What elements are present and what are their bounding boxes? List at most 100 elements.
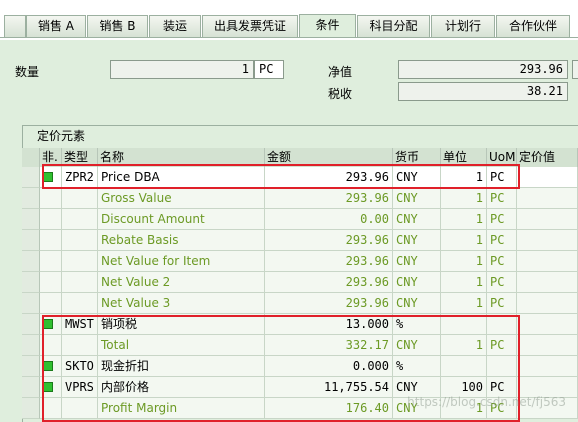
- table-row[interactable]: Rebate Basis 293.96 CNY 1 PC: [22, 230, 578, 251]
- condition-name-cell: 内部价格: [98, 377, 265, 398]
- condition-name-cell: Rebate Basis: [98, 230, 265, 251]
- table-row[interactable]: Net Value for Item 293.96 CNY 1 PC: [22, 251, 578, 272]
- col-header-condition-value[interactable]: 定价值: [517, 148, 578, 167]
- amount-cell: 11,755.54: [265, 377, 393, 398]
- table-row[interactable]: SKTO 现金折扣 0.000%: [22, 356, 578, 377]
- amount-cell: 332.17: [265, 335, 393, 356]
- uom-cell: [487, 314, 517, 335]
- pricing-unit-cell: [441, 356, 487, 377]
- table-row[interactable]: Total 332.17 CNY 1 PC: [22, 335, 578, 356]
- col-header-currency[interactable]: 货币: [393, 148, 441, 167]
- amount-cell: 176.40: [265, 398, 393, 419]
- amount-cell: 293.96: [265, 293, 393, 314]
- table-row[interactable]: Net Value 2 293.96 CNY 1 PC: [22, 272, 578, 293]
- tab-partners[interactable]: 合作伙伴: [496, 15, 570, 37]
- status-cell: [40, 251, 62, 272]
- row-selector[interactable]: [22, 293, 40, 314]
- quantity-unit-field[interactable]: PC: [254, 60, 284, 79]
- net-value-field[interactable]: 293.96: [398, 60, 568, 79]
- tab-sales-b[interactable]: 销售 B: [87, 15, 148, 37]
- condition-type-cell: [62, 272, 98, 293]
- condition-name-cell: 现金折扣: [98, 356, 265, 377]
- table-row[interactable]: Discount Amount 0.00 CNY 1 PC: [22, 209, 578, 230]
- net-currency-field[interactable]: [572, 60, 578, 79]
- tab-account-assignment[interactable]: 科目分配: [357, 15, 430, 37]
- col-header-uom[interactable]: UoM: [487, 148, 517, 167]
- amount-cell: 0.00: [265, 209, 393, 230]
- condition-name-cell: Net Value 2: [98, 272, 265, 293]
- status-active-icon: [43, 360, 53, 371]
- row-selector[interactable]: [22, 209, 40, 230]
- condition-type-cell: [62, 230, 98, 251]
- amount-cell: 293.96: [265, 188, 393, 209]
- condition-value-cell: [517, 230, 578, 251]
- row-selector[interactable]: [22, 356, 40, 377]
- row-selector[interactable]: [22, 335, 40, 356]
- col-header-per[interactable]: 单位: [441, 148, 487, 167]
- currency-cell: CNY: [393, 209, 441, 230]
- row-selector[interactable]: [22, 314, 40, 335]
- tab-sales-a[interactable]: 销售 A: [26, 15, 86, 37]
- row-selector[interactable]: [22, 398, 40, 419]
- amount-cell: 13.000: [265, 314, 393, 335]
- condition-name-cell: Gross Value: [98, 188, 265, 209]
- row-selector[interactable]: [22, 272, 40, 293]
- currency-cell: %: [393, 314, 441, 335]
- amount-cell: 293.96: [265, 272, 393, 293]
- condition-type-cell: VPRS: [62, 377, 98, 398]
- condition-type-cell: ZPR2: [62, 167, 98, 188]
- tab-billing-document[interactable]: 出具发票凭证: [202, 15, 298, 37]
- condition-type-cell: SKTO: [62, 356, 98, 377]
- amount-cell: 0.000: [265, 356, 393, 377]
- condition-name-cell: Profit Margin: [98, 398, 265, 419]
- row-selector[interactable]: [22, 251, 40, 272]
- pricing-unit-cell: 1: [441, 230, 487, 251]
- tab-scroll-left[interactable]: [4, 15, 26, 37]
- quantity-field[interactable]: 1: [110, 60, 254, 79]
- col-header-inactive[interactable]: 非.: [40, 148, 62, 167]
- condition-value-cell: [517, 335, 578, 356]
- currency-cell: CNY: [393, 251, 441, 272]
- uom-cell: PC: [487, 335, 517, 356]
- tab-shipping[interactable]: 装运: [149, 15, 201, 37]
- amount-cell: 293.96: [265, 167, 393, 188]
- pricing-unit-cell: 1: [441, 335, 487, 356]
- amount-cell: 293.96: [265, 230, 393, 251]
- row-selector-header[interactable]: [22, 148, 40, 167]
- quantity-label: 数量: [15, 65, 40, 79]
- uom-cell: PC: [487, 188, 517, 209]
- condition-name-cell: Net Value for Item: [98, 251, 265, 272]
- status-cell: [40, 167, 62, 188]
- row-selector[interactable]: [22, 188, 40, 209]
- condition-type-cell: [62, 251, 98, 272]
- currency-cell: CNY: [393, 230, 441, 251]
- tab-schedule-lines[interactable]: 计划行: [431, 15, 495, 37]
- row-selector[interactable]: [22, 167, 40, 188]
- condition-value-cell: [517, 356, 578, 377]
- table-row[interactable]: Net Value 3 293.96 CNY 1 PC: [22, 293, 578, 314]
- status-active-icon: [43, 318, 53, 329]
- pricing-unit-cell: 1: [441, 209, 487, 230]
- condition-type-cell: [62, 293, 98, 314]
- status-cell: [40, 356, 62, 377]
- tab-conditions[interactable]: 条件: [299, 14, 356, 38]
- col-header-type[interactable]: 类型: [62, 148, 98, 167]
- status-cell: [40, 398, 62, 419]
- tax-field[interactable]: 38.21: [398, 82, 568, 101]
- uom-cell: PC: [487, 167, 517, 188]
- condition-type-cell: MWST: [62, 314, 98, 335]
- col-header-amount[interactable]: 金额: [265, 148, 393, 167]
- uom-cell: PC: [487, 272, 517, 293]
- uom-cell: [487, 356, 517, 377]
- status-cell: [40, 209, 62, 230]
- table-row[interactable]: Gross Value 293.96 CNY 1 PC: [22, 188, 578, 209]
- condition-value-cell: [517, 272, 578, 293]
- table-row[interactable]: MWST 销项税 13.000%: [22, 314, 578, 335]
- pricing-unit-cell: [441, 314, 487, 335]
- col-header-name[interactable]: 名称: [98, 148, 265, 167]
- table-row[interactable]: ZPR2 Price DBA 293.96 CNY 1 PC: [22, 167, 578, 188]
- row-selector[interactable]: [22, 377, 40, 398]
- condition-type-cell: [62, 398, 98, 419]
- condition-value-cell: [517, 209, 578, 230]
- row-selector[interactable]: [22, 230, 40, 251]
